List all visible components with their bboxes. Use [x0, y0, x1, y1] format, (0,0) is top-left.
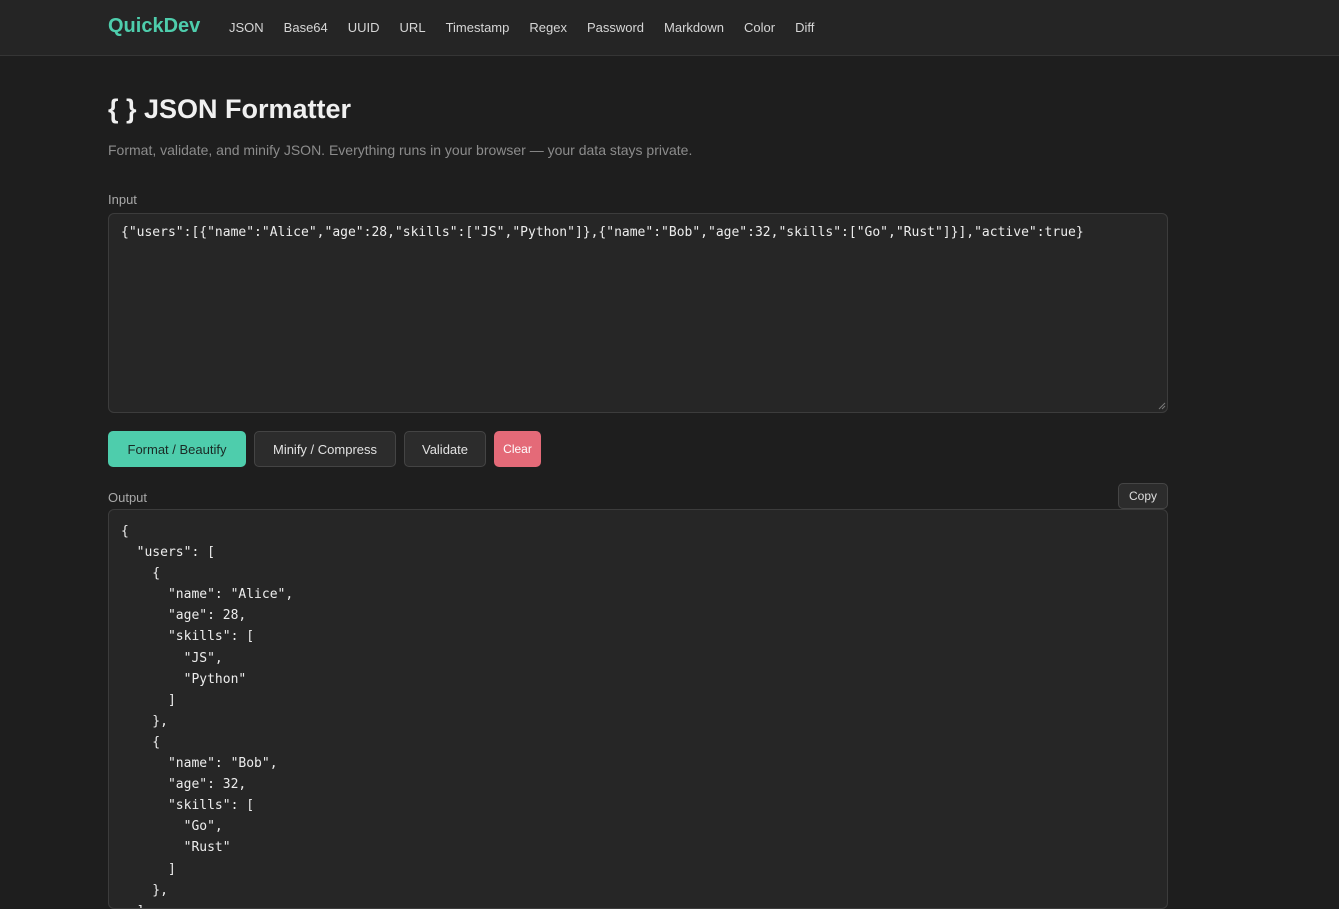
nav-base64[interactable]: Base64: [284, 20, 328, 36]
brand-logo[interactable]: QuickDev: [108, 15, 200, 38]
nav-password[interactable]: Password: [587, 20, 644, 36]
page-title: { } JSON Formatter: [108, 94, 352, 124]
clear-button[interactable]: Clear: [494, 431, 541, 467]
resize-grip-icon[interactable]: [1158, 402, 1166, 410]
output-label: Output: [108, 490, 148, 505]
json-input[interactable]: {"users":[{"name":"Alice","age":28,"skil…: [108, 213, 1168, 413]
minify-button[interactable]: Minify / Compress: [254, 431, 396, 467]
nav-json[interactable]: JSON: [229, 20, 264, 36]
nav-url[interactable]: URL: [400, 20, 426, 36]
nav-timestamp[interactable]: Timestamp: [446, 20, 510, 36]
nav-diff[interactable]: Diff: [795, 20, 814, 36]
format-button[interactable]: Format / Beautify: [108, 431, 246, 467]
nav-uuid[interactable]: UUID: [348, 20, 380, 36]
main-nav: JSON Base64 UUID URL Timestamp Regex Pas…: [229, 20, 834, 36]
nav-color[interactable]: Color: [744, 20, 775, 36]
validate-button[interactable]: Validate: [404, 431, 486, 467]
input-label: Input: [108, 192, 137, 207]
nav-regex[interactable]: Regex: [529, 20, 567, 36]
page-subtitle: Format, validate, and minify JSON. Every…: [108, 142, 693, 158]
top-navbar: QuickDev JSON Base64 UUID URL Timestamp …: [0, 0, 1339, 56]
copy-button[interactable]: Copy: [1118, 483, 1168, 509]
nav-markdown[interactable]: Markdown: [664, 20, 724, 36]
json-output[interactable]: { "users": [ { "name": "Alice", "age": 2…: [108, 509, 1168, 909]
